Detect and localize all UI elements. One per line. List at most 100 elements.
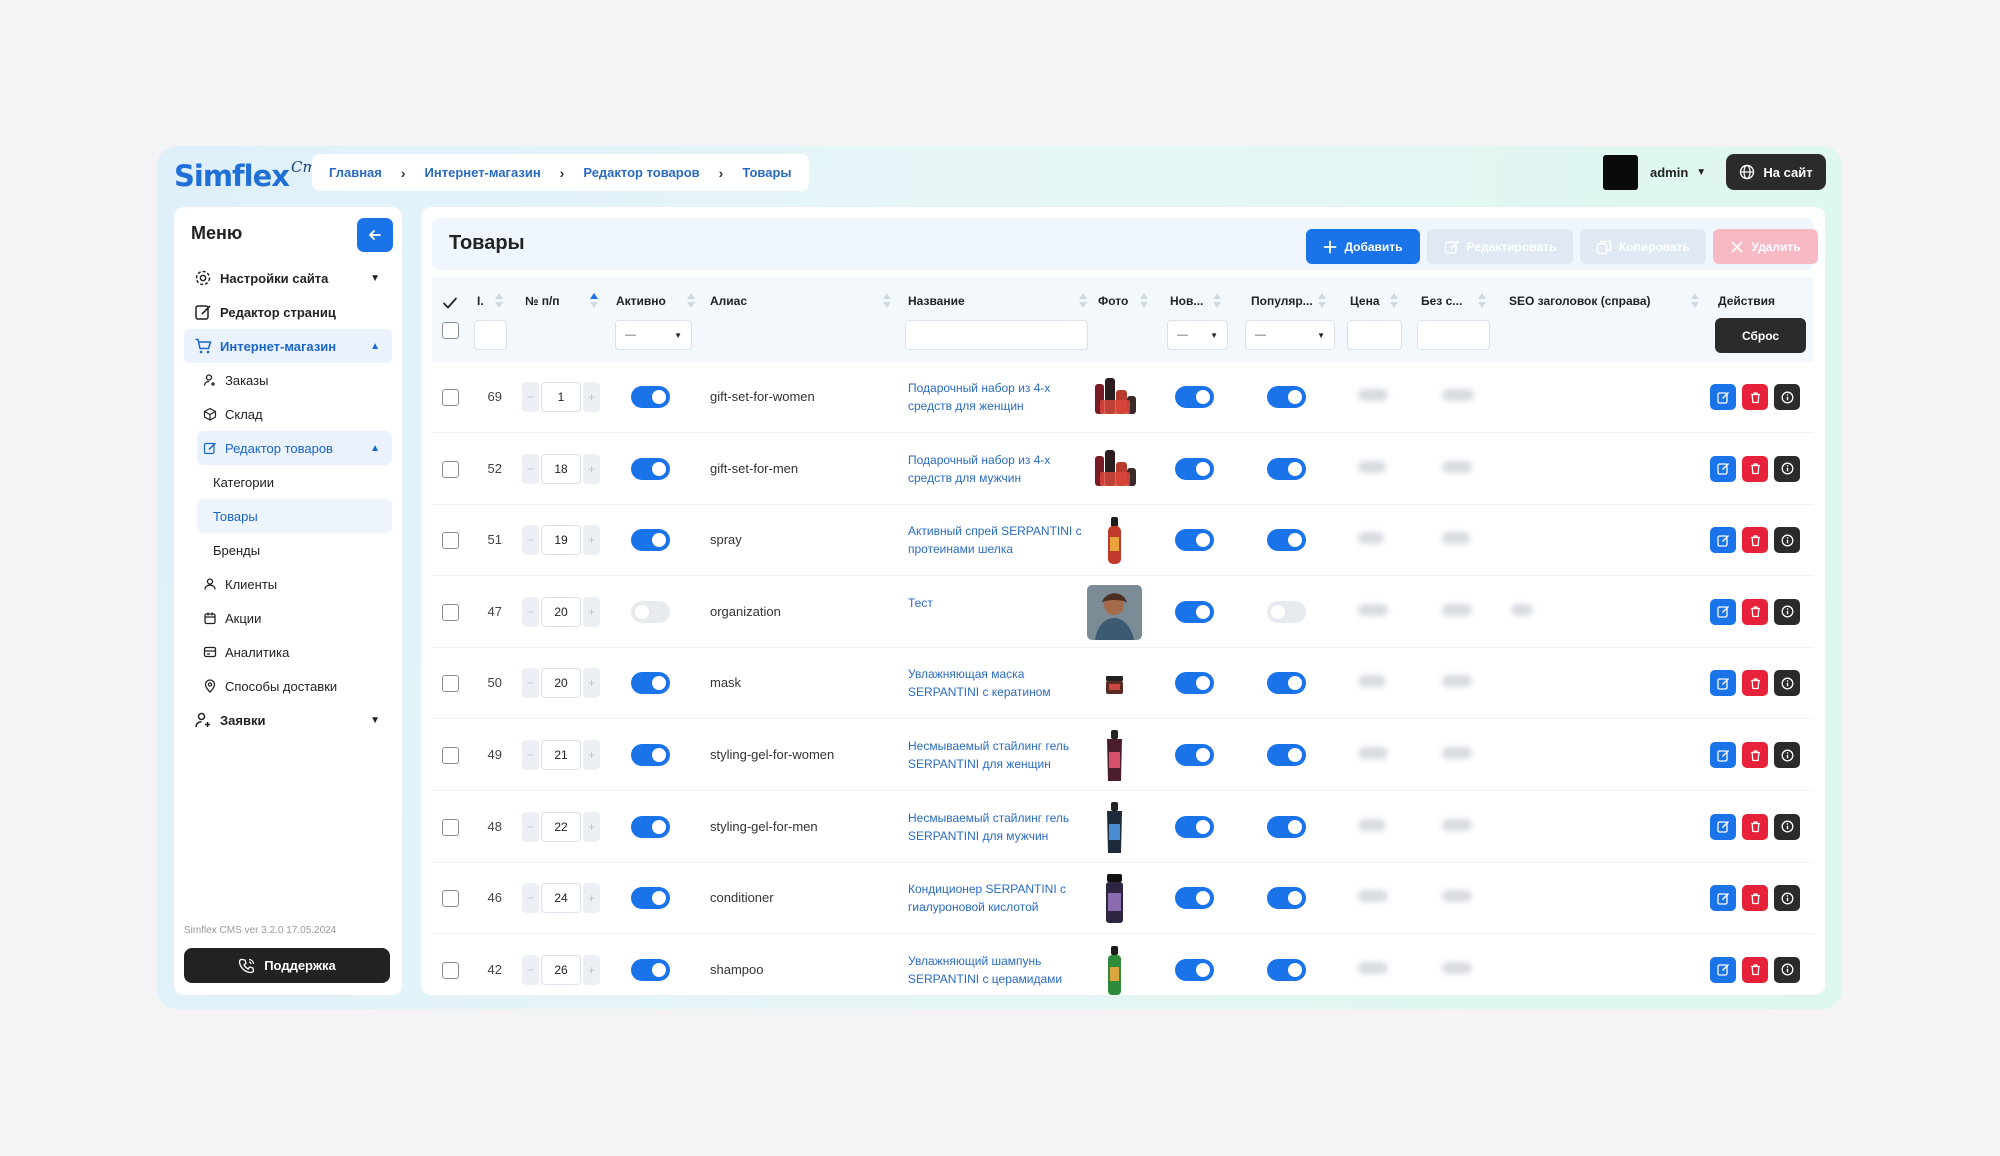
order-stepper[interactable]: − 20 + [522,668,600,699]
sort-icon[interactable] [1079,289,1088,311]
decrement-button[interactable]: − [522,596,539,627]
product-photo[interactable] [1087,800,1142,855]
active-toggle[interactable] [631,744,670,766]
order-input[interactable]: 20 [541,596,581,627]
breadcrumb-home[interactable]: Главная [329,165,382,180]
row-info-button[interactable] [1774,527,1800,554]
row-name-link[interactable]: Подарочный набор из 4-х средств для мужч… [908,451,1088,487]
order-input[interactable]: 26 [541,954,581,985]
new-toggle[interactable] [1175,457,1214,480]
logo[interactable]: Simflex Cms [174,154,324,198]
popular-toggle[interactable] [1267,744,1306,766]
row-checkbox[interactable] [442,890,459,908]
row-delete-button[interactable] [1742,956,1768,983]
row-edit-button[interactable] [1710,813,1736,840]
active-toggle[interactable] [631,386,670,408]
order-input[interactable]: 22 [541,811,581,842]
column-header-name[interactable]: Название [908,294,965,308]
order-input[interactable]: 24 [541,883,581,914]
new-toggle[interactable] [1175,672,1214,695]
active-toggle[interactable] [631,672,670,695]
sidebar-item-categories[interactable]: Категории [197,465,392,499]
row-info-button[interactable] [1774,455,1800,482]
order-stepper[interactable]: − 24 + [522,883,600,914]
select-all-checkbox[interactable] [442,322,459,339]
table-row[interactable]: 47 − 20 + organization Тест [432,577,1814,648]
table-row[interactable]: 69 − 1 + gift-set-for-women Подарочный н… [432,362,1814,433]
row-checkbox[interactable] [442,961,459,979]
order-input[interactable]: 20 [541,668,581,699]
row-info-button[interactable] [1774,885,1800,912]
sort-icon[interactable] [1140,289,1149,311]
sidebar-item-brands[interactable]: Бренды [197,533,392,567]
sidebar-item-delivery[interactable]: Способы доставки [197,669,392,703]
sort-icon[interactable] [1390,289,1399,311]
filter-name-input[interactable] [905,320,1088,350]
check-all-icon[interactable] [442,296,458,310]
sidebar-item-site-settings[interactable]: Настройки сайта ▼ [184,261,392,295]
sidebar-item-shop[interactable]: Интернет-магазин ▲ [184,329,392,363]
row-name-link[interactable]: Увлажняющий шампунь SERPANTINI с церамид… [908,952,1088,988]
delete-button[interactable]: Удалить [1713,229,1818,264]
increment-button[interactable]: + [583,525,600,556]
new-toggle[interactable] [1175,744,1214,766]
decrement-button[interactable]: − [522,954,539,985]
row-info-button[interactable] [1774,598,1800,625]
column-header-no-discount[interactable]: Без с... [1421,294,1462,308]
order-stepper[interactable]: − 18 + [522,453,600,484]
order-input[interactable]: 19 [541,525,581,556]
popular-toggle[interactable] [1267,386,1306,408]
popular-toggle[interactable] [1267,958,1306,981]
order-stepper[interactable]: − 20 + [522,596,600,627]
sidebar-item-clients[interactable]: Клиенты [197,567,392,601]
product-photo[interactable] [1087,728,1142,783]
row-delete-button[interactable] [1742,885,1768,912]
column-header-order[interactable]: № п/п [525,294,560,308]
row-checkbox[interactable] [442,818,459,836]
row-checkbox[interactable] [442,389,459,406]
sidebar-item-page-editor[interactable]: Редактор страниц [184,295,392,329]
new-toggle[interactable] [1175,887,1214,910]
order-stepper[interactable]: − 19 + [522,525,600,556]
sort-icon[interactable] [687,289,696,311]
active-toggle[interactable] [631,958,670,981]
decrement-button[interactable]: − [522,740,539,770]
sidebar-item-products[interactable]: Товары [197,499,392,533]
active-toggle[interactable] [631,457,670,480]
sort-icon[interactable] [883,289,892,311]
table-row[interactable]: 46 − 24 + conditioner Кондиционер SERPAN… [432,863,1814,935]
decrement-button[interactable]: − [522,382,539,412]
new-toggle[interactable] [1175,386,1214,408]
table-row[interactable]: 48 − 22 + styling-gel-for-men Несмываемы… [432,792,1814,863]
increment-button[interactable]: + [583,453,600,484]
decrement-button[interactable]: − [522,453,539,484]
popular-toggle[interactable] [1267,672,1306,695]
edit-button[interactable]: Редактировать [1427,229,1573,264]
filter-id-input[interactable] [474,320,507,350]
product-photo[interactable] [1087,871,1142,926]
sort-icon[interactable] [495,289,504,311]
row-checkbox[interactable] [442,532,459,550]
row-name-link[interactable]: Несмываемый стайлинг гель SERPANTINI для… [908,737,1088,773]
go-to-site-button[interactable]: На сайт [1726,154,1826,190]
row-checkbox[interactable] [442,460,459,478]
product-photo[interactable] [1087,370,1142,425]
row-name-link[interactable]: Увлажняющая маска SERPANTINI с кератином [908,665,1088,701]
popular-toggle[interactable] [1267,815,1306,838]
filter-no-discount-input[interactable] [1417,320,1490,350]
new-toggle[interactable] [1175,815,1214,838]
breadcrumb-products[interactable]: Товары [742,165,791,180]
product-photo[interactable] [1087,943,1142,995]
active-toggle[interactable] [631,815,670,838]
column-header-active[interactable]: Активно [616,294,666,308]
decrement-button[interactable]: − [522,525,539,556]
row-name-link[interactable]: Тест [908,594,1088,612]
row-delete-button[interactable] [1742,598,1768,625]
product-photo[interactable] [1087,513,1142,568]
popular-toggle[interactable] [1267,457,1306,480]
sidebar-item-analytics[interactable]: Аналитика [197,635,392,669]
increment-button[interactable]: + [583,382,600,412]
sort-icon[interactable] [1691,289,1700,311]
sidebar-item-orders[interactable]: Заказы [197,363,392,397]
row-edit-button[interactable] [1710,670,1736,697]
